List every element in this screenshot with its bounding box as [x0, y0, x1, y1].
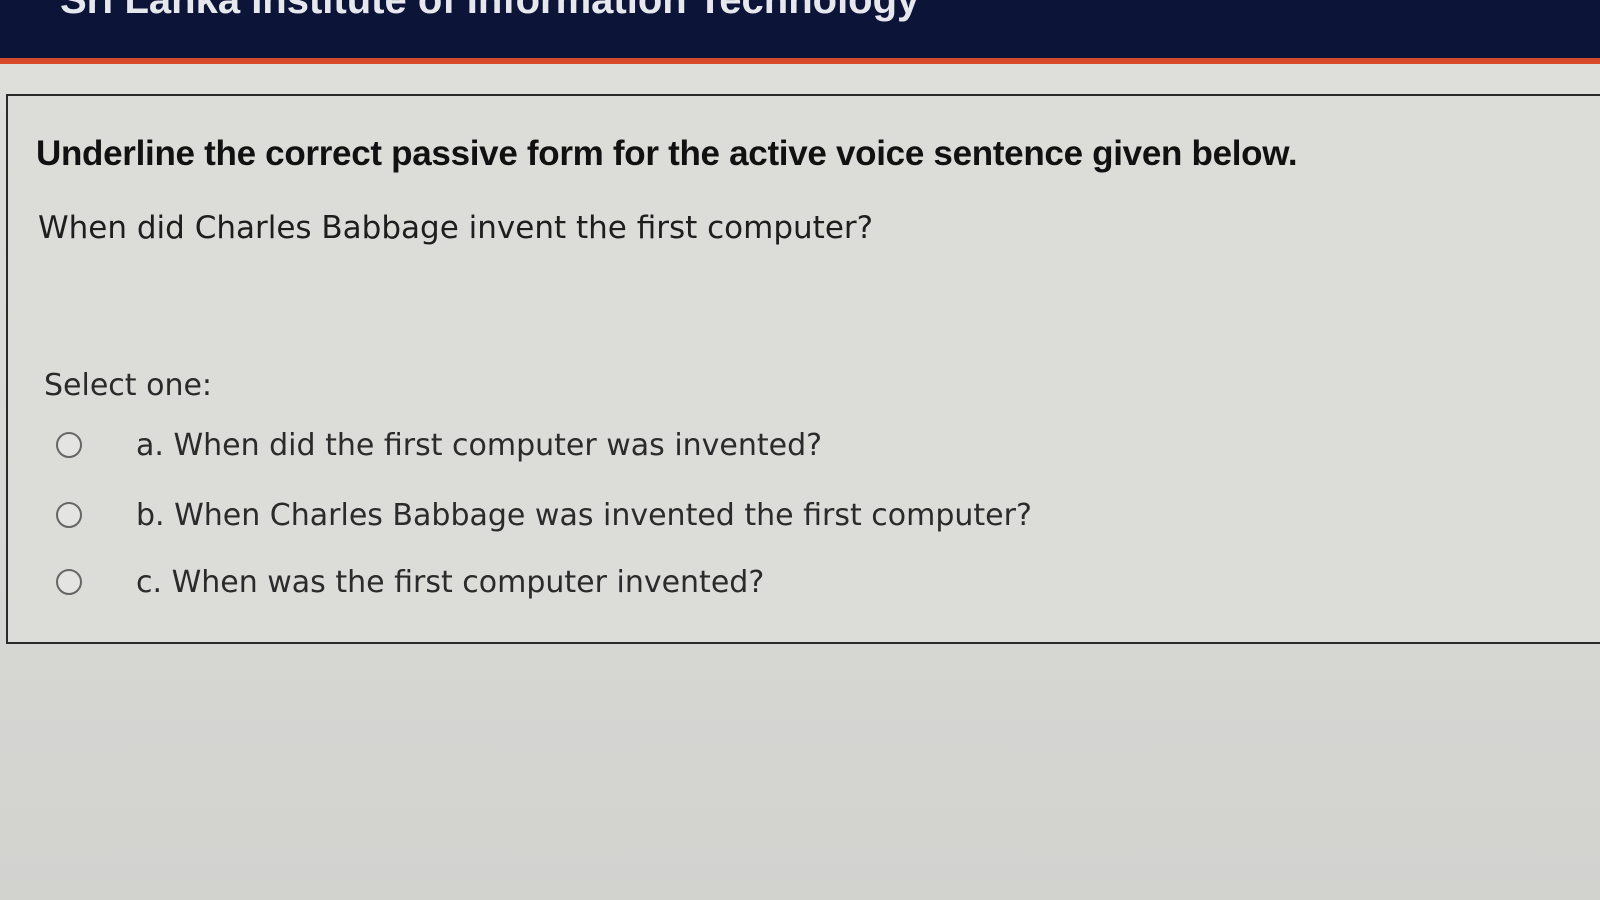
answer-option-c-label[interactable]: c. When was the first computer invented?: [136, 565, 764, 600]
radio-button-icon[interactable]: [56, 569, 82, 595]
radio-button-icon[interactable]: [56, 502, 82, 528]
select-one-label: Select one:: [44, 368, 213, 403]
answer-option-c[interactable]: c. When was the first computer invented?: [56, 557, 764, 607]
answer-option-a[interactable]: a. When did the first computer was inven…: [56, 420, 822, 470]
question-sentence: When did Charles Babbage invent the firs…: [38, 210, 874, 246]
site-title: Sri Lanka Institute of Information Techn…: [60, 0, 920, 22]
answer-option-b[interactable]: b. When Charles Babbage was invented the…: [56, 490, 1032, 540]
site-header: Sri Lanka Institute of Information Techn…: [0, 0, 1600, 58]
answer-option-a-label[interactable]: a. When did the first computer was inven…: [136, 428, 822, 463]
question-instruction: Underline the correct passive form for t…: [36, 134, 1298, 173]
answer-option-b-label[interactable]: b. When Charles Babbage was invented the…: [136, 498, 1032, 533]
radio-button-icon[interactable]: [56, 432, 82, 458]
question-card: Underline the correct passive form for t…: [6, 94, 1600, 644]
